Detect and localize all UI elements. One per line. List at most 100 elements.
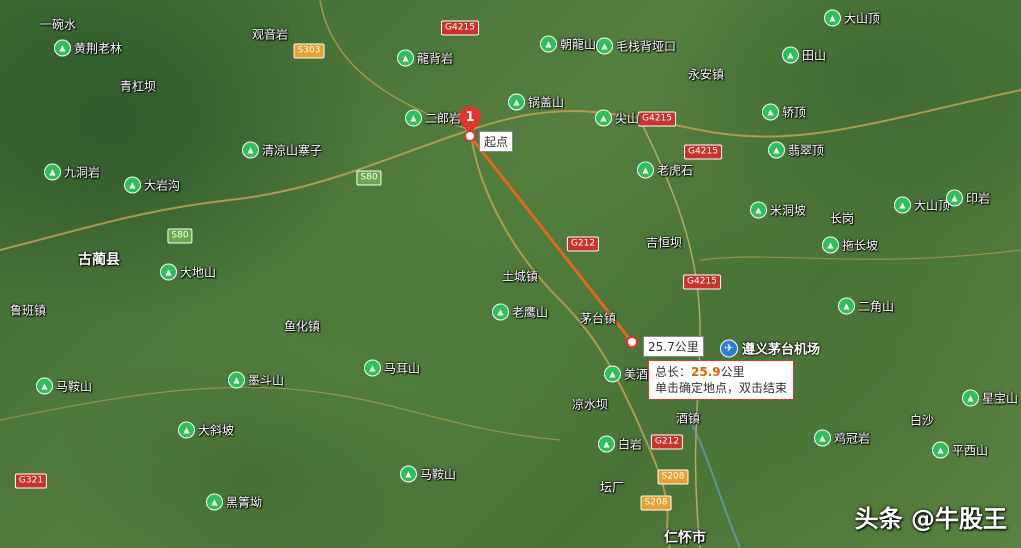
peak-marker[interactable]: ▲ 二郎岩: [405, 109, 461, 127]
road-shield: G4215: [441, 20, 479, 36]
mountain-icon: ▲: [782, 46, 799, 64]
place-label[interactable]: 古蔺县: [78, 249, 120, 269]
place-label[interactable]: 白沙: [910, 412, 934, 429]
peak-marker[interactable]: ▲ 毛栈背垭口: [596, 37, 676, 55]
peak-marker[interactable]: ▲ 墨斗山: [228, 371, 284, 389]
road-shield: S208: [640, 495, 672, 511]
peak-marker[interactable]: ▲ 黑箐坳: [206, 493, 262, 511]
peak-marker[interactable]: ▲ 田山: [782, 46, 826, 64]
road-shield: G4215: [684, 144, 722, 160]
segment-distance-label: 25.7公里: [643, 336, 704, 357]
peak-marker[interactable]: ▲ 九洞岩: [44, 163, 100, 181]
peak-marker[interactable]: ▲ 清凉山寨子: [242, 141, 322, 159]
peak-marker[interactable]: ▲ 大斜坡: [178, 421, 234, 439]
mountain-icon: ▲: [54, 39, 71, 57]
place-label[interactable]: 观音岩: [252, 26, 288, 43]
road-shield: G321: [14, 473, 48, 489]
mountain-icon: ▲: [160, 263, 177, 281]
road-shield: G4215: [638, 111, 676, 127]
peak-marker[interactable]: ▲ 老虎石: [637, 161, 693, 179]
place-label[interactable]: 凉水坝: [572, 396, 608, 413]
peak-marker[interactable]: ▲ 大岩沟: [124, 176, 180, 194]
mountain-icon: ▲: [962, 389, 979, 407]
peak-marker[interactable]: ▲ 锅盖山: [508, 93, 564, 111]
mountain-icon: ▲: [492, 303, 509, 321]
peak-marker[interactable]: ▲ 二角山: [838, 297, 894, 315]
start-label: 起点: [479, 131, 514, 152]
peak-marker[interactable]: ▲ 尖山: [595, 109, 639, 127]
mountain-icon: ▲: [540, 35, 557, 53]
road-shield: S80: [167, 228, 193, 244]
peak-marker[interactable]: ▲ 马鞍山: [400, 465, 456, 483]
place-label[interactable]: 酒镇: [676, 410, 700, 427]
mountain-icon: ▲: [637, 161, 654, 179]
peak-marker[interactable]: ▲ 米洞坡: [750, 201, 806, 219]
mountain-icon: ▲: [400, 465, 417, 483]
mountain-icon: ▲: [206, 493, 223, 511]
map-canvas[interactable]: G4215 G4215 G4215 G4215 S303 S80 S80 G21…: [0, 0, 1021, 548]
mountain-icon: ▲: [228, 371, 245, 389]
road-shield: G212: [650, 434, 684, 450]
peak-marker[interactable]: ▲ 翡翠顶: [768, 141, 824, 159]
mountain-icon: ▲: [596, 37, 613, 55]
start-marker-number: 1: [465, 109, 475, 125]
road-shield: S303: [293, 43, 325, 59]
place-label[interactable]: 永安镇: [688, 66, 724, 83]
mountain-icon: ▲: [364, 359, 381, 377]
place-label[interactable]: 长岗: [830, 210, 854, 227]
airplane-icon: ✈: [720, 339, 738, 357]
mountain-icon: ▲: [822, 236, 839, 254]
peak-marker[interactable]: ▲ 平西山: [932, 441, 988, 459]
mountain-icon: ▲: [932, 441, 949, 459]
peak-marker[interactable]: ▲ 白岩: [598, 435, 642, 453]
peak-marker[interactable]: ▲ 老鹰山: [492, 303, 548, 321]
place-label[interactable]: 坛厂: [600, 479, 624, 496]
peak-marker[interactable]: ▲ 马耳山: [364, 359, 420, 377]
peak-marker[interactable]: ▲ 大山顶: [824, 9, 880, 27]
peak-marker[interactable]: ▲ 朝龍山: [540, 35, 596, 53]
peak-marker[interactable]: ▲ 马鞍山: [36, 377, 92, 395]
road-shield: S208: [657, 469, 689, 485]
airport-marker[interactable]: ✈ 遵义茅台机场: [720, 339, 820, 358]
mountain-icon: ▲: [750, 201, 767, 219]
mountain-icon: ▲: [405, 109, 422, 127]
peak-marker[interactable]: ▲ 鸡冠岩: [814, 429, 870, 447]
mountain-icon: ▲: [824, 9, 841, 27]
mountain-icon: ▲: [508, 93, 525, 111]
mountain-icon: ▲: [946, 189, 963, 207]
mountain-icon: ▲: [595, 109, 612, 127]
total-length-row: 总长：25.9公里: [655, 365, 745, 379]
mountain-icon: ▲: [894, 196, 911, 214]
peak-marker[interactable]: ▲ 龍背岩: [397, 49, 453, 67]
peak-marker[interactable]: ▲ 轿顶: [762, 103, 806, 121]
mountain-icon: ▲: [178, 421, 195, 439]
mountain-icon: ▲: [768, 141, 785, 159]
place-label[interactable]: 鲁班镇: [10, 302, 46, 319]
start-point-dot[interactable]: [464, 130, 476, 142]
peak-marker[interactable]: ▲ 印岩: [946, 189, 990, 207]
mountain-icon: ▲: [36, 377, 53, 395]
mountain-icon: ▲: [838, 297, 855, 315]
place-label[interactable]: 一碗水: [40, 16, 76, 33]
place-label[interactable]: 仁怀市: [664, 527, 706, 547]
watermark: 头条 @牛股王: [854, 505, 1007, 533]
peak-marker[interactable]: ▲ 拖长坡: [822, 236, 878, 254]
peak-marker[interactable]: ▲ 星宝山: [962, 389, 1018, 407]
peak-marker[interactable]: ▲ 大地山: [160, 263, 216, 281]
place-label[interactable]: 茅台镇: [580, 310, 616, 327]
place-label[interactable]: 土城镇: [502, 268, 538, 285]
place-label[interactable]: 青杠坝: [120, 78, 156, 95]
mountain-icon: ▲: [397, 49, 414, 67]
peak-marker[interactable]: ▲ 大山顶: [894, 196, 950, 214]
peak-marker[interactable]: ▲ 黄荆老林: [54, 39, 122, 57]
road-shield: G4215: [683, 274, 721, 290]
mountain-icon: ▲: [814, 429, 831, 447]
road-shield: S80: [356, 170, 382, 186]
measure-hint: 单击确定地点，双击结束: [655, 381, 788, 395]
end-point-dot[interactable]: [626, 336, 638, 348]
road-shield: G212: [566, 236, 600, 252]
mountain-icon: ▲: [124, 176, 141, 194]
place-label[interactable]: 鱼化镇: [284, 318, 320, 335]
place-label[interactable]: 吉恒坝: [646, 234, 682, 251]
mountain-icon: ▲: [44, 163, 61, 181]
